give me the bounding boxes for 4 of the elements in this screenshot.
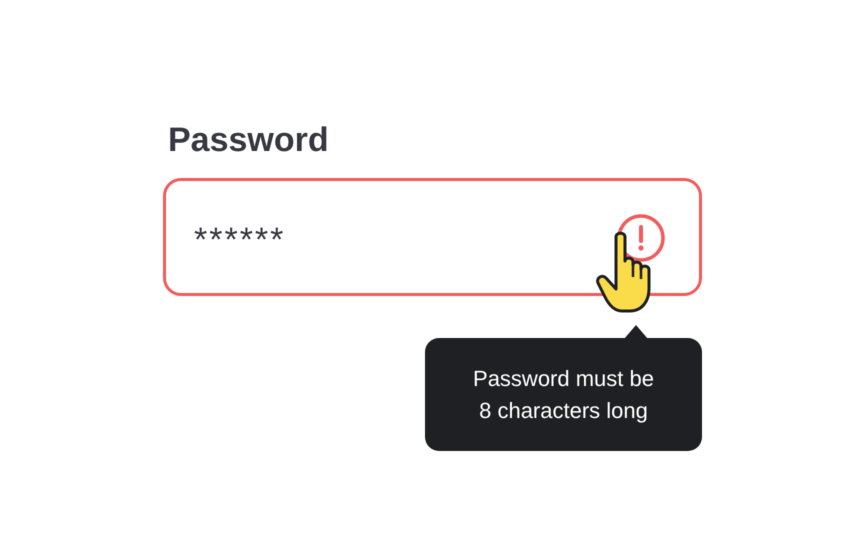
field-label: Password xyxy=(167,120,329,161)
password-value: ****** xyxy=(194,220,286,260)
password-field[interactable]: ****** xyxy=(163,178,702,296)
tooltip-text: Password must be 8 characters long xyxy=(472,364,655,425)
